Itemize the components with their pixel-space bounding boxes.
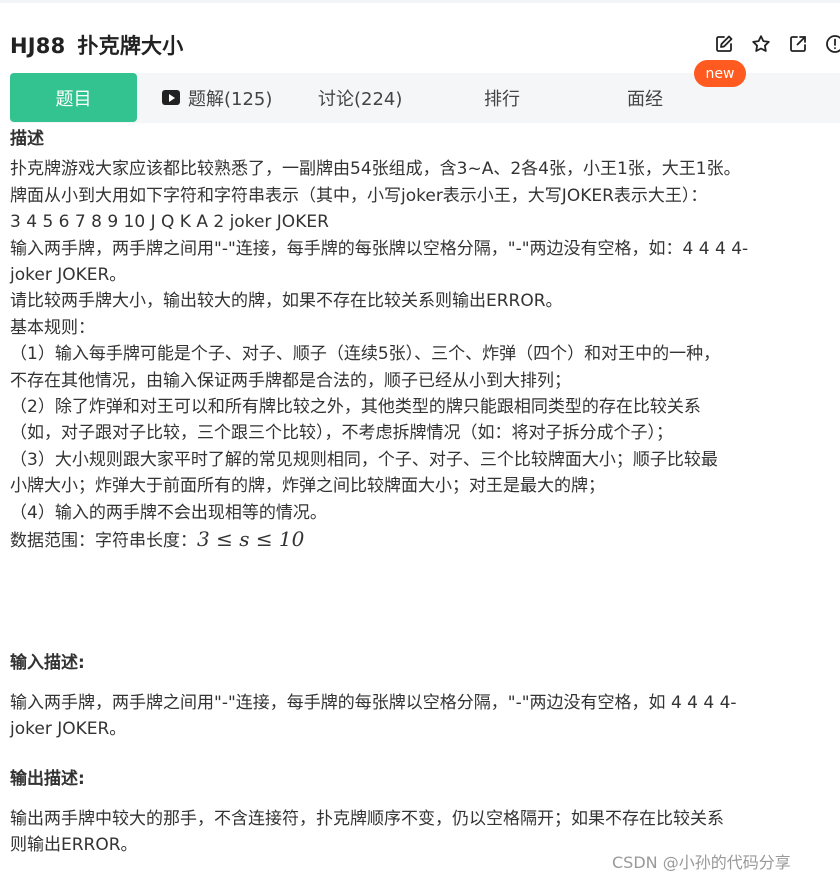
top-divider <box>0 0 840 3</box>
tab-solutions-label: 题解(125) <box>188 88 273 110</box>
description-line: 输入两手牌，两手牌之间用"-"连接，每手牌的每张牌以空格分隔，"-"两边没有空格… <box>10 238 749 259</box>
description-line: 扑克牌游戏大家应该都比较熟悉了，一副牌由54张组成，含3~A、2各4张，小王1张… <box>10 159 741 180</box>
problem-name: 扑克牌大小 <box>77 34 184 58</box>
new-badge: new <box>694 60 746 87</box>
page-title: HJ88 扑克牌大小 <box>10 30 183 60</box>
description-line: 请比较两手牌大小，输出较大的牌，如果不存在比较关系则输出ERROR。 <box>10 291 563 312</box>
description-line: joker JOKER。 <box>10 265 127 286</box>
tab-interview-label: 面经 <box>627 88 663 110</box>
description-heading: 描述 <box>10 129 44 149</box>
tab-ranking[interactable]: 排行 <box>484 73 520 122</box>
tab-solutions[interactable]: 题解(125) <box>162 73 272 122</box>
tab-problem-label: 题目 <box>55 88 92 110</box>
input-heading: 输入描述: <box>10 653 85 673</box>
input-description: 输入描述: 输入两手牌，两手牌之间用"-"连接，每手牌的每张牌以空格分隔，"-"… <box>10 650 830 742</box>
description-line: （2）除了炸弹和对王可以和所有牌比较之外，其他类型的牌只能跟相同类型的存在比较关… <box>10 397 701 418</box>
input-line: joker JOKER。 <box>10 719 127 739</box>
video-icon <box>162 90 180 105</box>
info-icon[interactable] <box>823 32 840 56</box>
output-description: 输出描述: 输出两手牌中较大的那手，不含连接符，扑克牌顺序不变，仍以空格隔开；如… <box>10 766 830 858</box>
description-line: （4）输入的两手牌不会出现相等的情况。 <box>10 502 327 523</box>
output-heading: 输出描述: <box>10 769 85 789</box>
description-line: （如，对子跟对子比较，三个跟三个比较），不考虑拆牌情况（如：将对子拆分成个子）； <box>10 423 673 444</box>
edit-icon[interactable] <box>712 32 736 56</box>
problem-code: HJ88 <box>10 34 66 58</box>
description-line: 小牌大小；炸弹大于前面所有的牌，炸弹之间比较牌面大小；对王是最大的牌； <box>10 476 605 497</box>
tab-problem[interactable]: 题目 <box>10 73 137 122</box>
star-icon[interactable] <box>749 32 773 56</box>
data-range: 数据范围：字符串长度：3 ≤ s ≤ 10 <box>10 526 830 554</box>
tab-ranking-label: 排行 <box>484 88 520 110</box>
description-line: 基本规则： <box>10 317 95 338</box>
description-line: 牌面从小到大用如下字符和字符串表示（其中，小写joker表示小王，大写JOKER… <box>10 185 708 206</box>
data-range-formula: 3 ≤ s ≤ 10 <box>197 527 305 552</box>
description-line: 3 4 5 6 7 8 9 10 J Q K A 2 joker JOKER <box>10 212 329 233</box>
header-actions <box>712 32 840 56</box>
description-line: 不存在其他情况，由输入保证两手牌都是合法的，顺子已经从小到大排列； <box>10 370 571 391</box>
data-range-label: 数据范围：字符串长度： <box>10 531 197 552</box>
tab-discussion[interactable]: 讨论(224) <box>318 73 402 122</box>
share-icon[interactable] <box>786 32 810 56</box>
output-line: 输出两手牌中较大的那手，不含连接符，扑克牌顺序不变，仍以空格隔开；如果不存在比较… <box>10 809 724 829</box>
tab-discussion-label: 讨论(224) <box>318 88 403 110</box>
input-line: 输入两手牌，两手牌之间用"-"连接，每手牌的每张牌以空格分隔，"-"两边没有空格… <box>10 693 737 713</box>
problem-description: 描述 扑克牌游戏大家应该都比较熟悉了，一副牌由54张组成，含3~A、2各4张，小… <box>10 126 830 555</box>
description-line: （3）大小规则跟大家平时了解的常见规则相同，个子、对子、三个比较牌面大小；顺子比… <box>10 449 718 470</box>
description-line: （1）输入每手牌可能是个子、对子、顺子（连续5张）、三个、炸弹（四个）和对王中的… <box>10 344 721 365</box>
csdn-watermark: CSDN @小孙的代码分享 <box>612 853 791 872</box>
tab-interview[interactable]: 面经 <box>627 73 663 122</box>
